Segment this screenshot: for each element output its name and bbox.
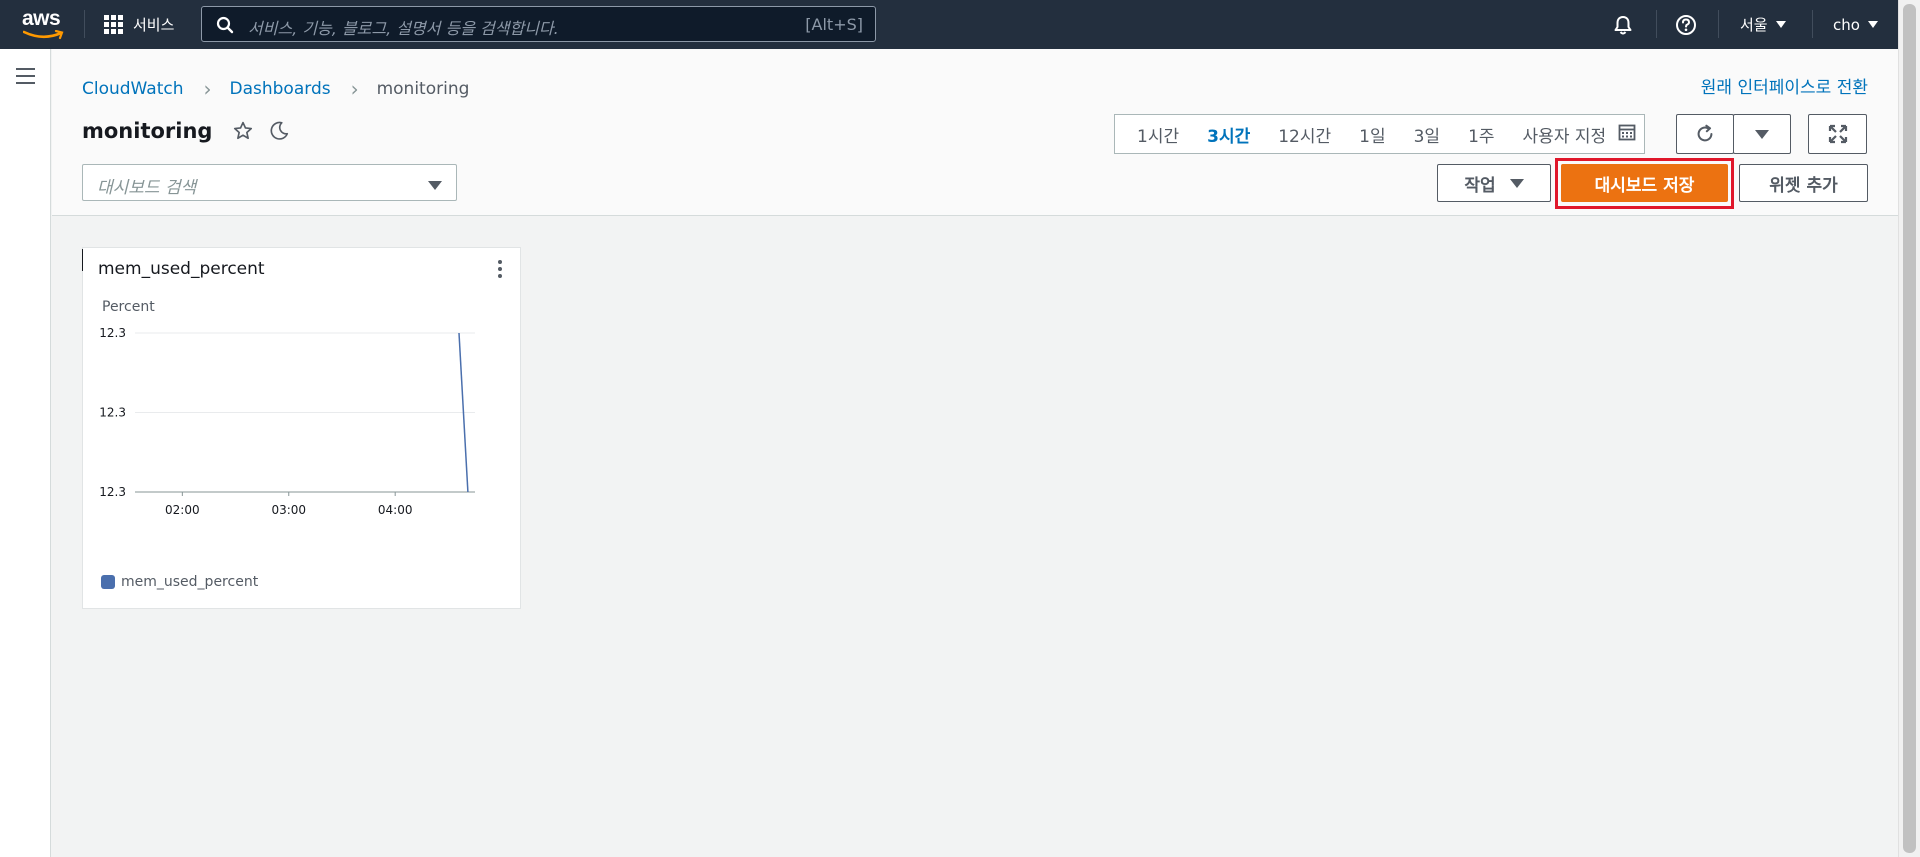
breadcrumb-current: monitoring bbox=[376, 79, 470, 99]
refresh-options-dropdown[interactable] bbox=[1733, 114, 1791, 154]
breadcrumb: CloudWatch › Dashboards › monitoring bbox=[82, 77, 469, 101]
fullscreen-button[interactable] bbox=[1808, 114, 1867, 154]
widget-title: mem_used_percent bbox=[98, 259, 265, 279]
time-option-1w[interactable]: 1주 bbox=[1454, 122, 1508, 147]
favorite-star-icon[interactable] bbox=[232, 120, 254, 142]
notifications-button[interactable] bbox=[1612, 0, 1634, 49]
region-selector[interactable]: 서울 bbox=[1740, 0, 1786, 49]
legend-label: mem_used_percent bbox=[121, 574, 259, 590]
time-range-selector: 1시간 3시간 12시간 1일 3일 1주 사용자 지정 bbox=[1114, 114, 1646, 154]
title-row: monitoring bbox=[82, 119, 290, 143]
switch-interface-link[interactable]: 원래 인터페이스로 전환 bbox=[1701, 73, 1868, 98]
nav-divider bbox=[84, 10, 85, 38]
metric-widget[interactable]: mem_used_percent Percent 12.3 12.3 12.3 02… bbox=[82, 247, 521, 609]
x-tick-label: 04:00 bbox=[378, 503, 413, 517]
save-dashboard-button[interactable]: 대시보드 저장 bbox=[1561, 164, 1728, 202]
dashboard-header: CloudWatch › Dashboards › monitoring 원래 … bbox=[52, 49, 1898, 216]
actions-label: 작업 bbox=[1464, 175, 1496, 196]
search-shortcut: [Alt+S] bbox=[805, 15, 863, 34]
page-scrollbar[interactable] bbox=[1898, 0, 1920, 857]
nav-divider bbox=[1718, 10, 1719, 38]
aws-smile-icon bbox=[23, 30, 64, 40]
help-icon bbox=[1676, 14, 1696, 35]
x-tick-label: 02:00 bbox=[165, 503, 200, 517]
text-cursor bbox=[82, 249, 83, 271]
help-button[interactable] bbox=[1675, 0, 1697, 49]
caret-down-icon bbox=[1509, 178, 1524, 188]
time-option-custom[interactable]: 사용자 지정 bbox=[1509, 122, 1607, 147]
aws-logo[interactable]: aws bbox=[22, 6, 66, 42]
time-option-1d[interactable]: 1일 bbox=[1345, 122, 1399, 147]
breadcrumb-separator-icon: › bbox=[350, 77, 359, 101]
more-options-icon[interactable] bbox=[498, 260, 502, 281]
y-tick-label: 12.3 bbox=[99, 326, 126, 340]
account-menu[interactable]: cho bbox=[1833, 0, 1878, 49]
services-menu-button[interactable]: 서비스 bbox=[104, 11, 174, 38]
breadcrumb-dashboards[interactable]: Dashboards bbox=[230, 79, 331, 99]
line-chart: Percent 12.3 12.3 12.3 02:00 03:00 04:00 bbox=[99, 299, 475, 517]
chart-legend: mem_used_percent bbox=[101, 574, 258, 590]
aws-logo-text: aws bbox=[22, 7, 61, 30]
caret-down-icon bbox=[1755, 129, 1769, 139]
search-icon bbox=[216, 16, 234, 34]
user-label: cho bbox=[1833, 15, 1860, 34]
dark-mode-moon-icon[interactable] bbox=[268, 120, 290, 142]
y-tick-label: 12.3 bbox=[99, 406, 126, 420]
apps-grid-icon bbox=[104, 15, 123, 34]
time-option-1h[interactable]: 1시간 bbox=[1123, 122, 1193, 147]
y-tick-label: 12.3 bbox=[99, 485, 126, 499]
top-navigation: aws 서비스 서비스, 기능, 블로그, 설명서 등을 검색합니다. [Alt… bbox=[0, 0, 1920, 49]
calendar-icon[interactable] bbox=[1618, 123, 1636, 146]
caret-down-icon bbox=[428, 181, 442, 190]
region-label: 서울 bbox=[1740, 16, 1768, 34]
refresh-icon bbox=[1697, 124, 1713, 142]
time-option-3h[interactable]: 3시간 bbox=[1193, 122, 1264, 147]
time-option-12h[interactable]: 12시간 bbox=[1264, 122, 1345, 147]
search-placeholder: 서비스, 기능, 블로그, 설명서 등을 검색합니다. bbox=[248, 19, 559, 38]
actions-dropdown-button[interactable]: 작업 bbox=[1437, 164, 1551, 202]
breadcrumb-cloudwatch[interactable]: CloudWatch bbox=[82, 79, 184, 99]
chevron-down-icon bbox=[1867, 21, 1878, 28]
dashboard-search-select[interactable]: 대시보드 검색 bbox=[82, 164, 457, 201]
chart-ylabel: Percent bbox=[102, 299, 155, 315]
breadcrumb-separator-icon: › bbox=[203, 77, 212, 101]
bell-icon bbox=[1614, 15, 1632, 34]
scrollbar-thumb[interactable] bbox=[1903, 4, 1916, 853]
time-option-3d[interactable]: 3일 bbox=[1400, 122, 1454, 147]
global-search-input[interactable]: 서비스, 기능, 블로그, 설명서 등을 검색합니다. [Alt+S] bbox=[201, 6, 876, 42]
add-widget-button[interactable]: 위젯 추가 bbox=[1739, 164, 1868, 202]
page-title: monitoring bbox=[82, 119, 213, 143]
fullscreen-icon bbox=[1828, 124, 1847, 144]
chevron-down-icon bbox=[1775, 21, 1786, 28]
legend-swatch bbox=[101, 575, 115, 589]
services-label: 서비스 bbox=[133, 16, 175, 34]
nav-divider bbox=[1656, 10, 1657, 38]
refresh-button[interactable] bbox=[1676, 114, 1734, 154]
nav-divider bbox=[1812, 10, 1813, 38]
x-tick-label: 03:00 bbox=[271, 503, 306, 517]
side-navigation-rail bbox=[0, 49, 51, 857]
dashboard-search-placeholder: 대시보드 검색 bbox=[97, 178, 197, 198]
menu-icon[interactable] bbox=[16, 68, 35, 89]
